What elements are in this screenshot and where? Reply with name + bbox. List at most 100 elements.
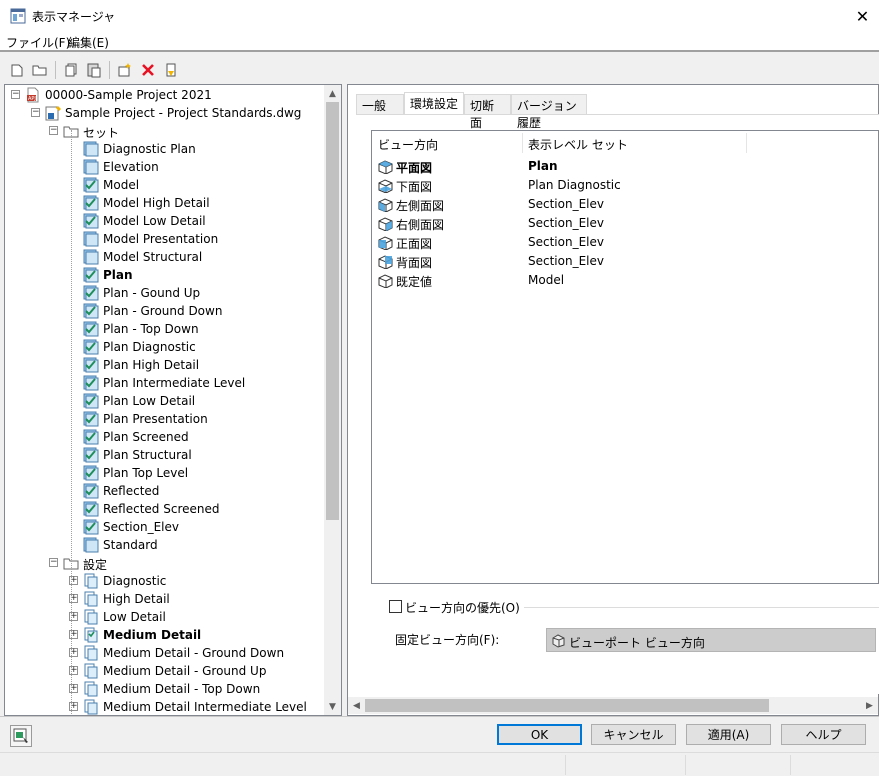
- tree-set-item-label: Model Low Detail: [103, 214, 206, 228]
- tree-set-item[interactable]: Plan Diagnostic: [5, 338, 323, 356]
- collapse-icon[interactable]: −: [49, 558, 58, 567]
- tree-config-item[interactable]: + Diagnostic: [5, 572, 323, 590]
- tree-set-item[interactable]: Plan Screened: [5, 428, 323, 446]
- view-direction-row[interactable]: 背面図 Section_Elev: [372, 252, 872, 271]
- tree-config-item[interactable]: + Medium Detail - Ground Up: [5, 662, 323, 680]
- tab-general[interactable]: 一般: [356, 94, 404, 114]
- column-header-set[interactable]: 表示レベル セット: [522, 131, 746, 155]
- tree-set-item[interactable]: Plan Structural: [5, 446, 323, 464]
- tree-set-item[interactable]: Reflected: [5, 482, 323, 500]
- help-button[interactable]: ヘルプ: [781, 724, 866, 745]
- tree-set-item[interactable]: Plan - Ground Down: [5, 302, 323, 320]
- tree-set-item[interactable]: Model: [5, 176, 323, 194]
- menu-edit[interactable]: 編集(E): [68, 34, 109, 51]
- tree-project[interactable]: − APJ 00000-Sample Project 2021: [5, 86, 323, 104]
- override-view-direction-checkbox[interactable]: [389, 600, 402, 613]
- view-direction-name: 下面図: [396, 180, 433, 194]
- tree-scrollbar[interactable]: ▲ ▼: [324, 85, 341, 715]
- tree-set-item[interactable]: Plan: [5, 266, 323, 284]
- tree-set-item[interactable]: Plan Presentation: [5, 410, 323, 428]
- tree-set-item[interactable]: Model Structural: [5, 248, 323, 266]
- tab-environment[interactable]: 環境設定: [404, 92, 464, 114]
- view-direction-row[interactable]: 左側面図 Section_Elev: [372, 195, 872, 214]
- view-direction-row[interactable]: 下面図 Plan Diagnostic: [372, 176, 872, 195]
- cancel-button[interactable]: キャンセル: [591, 724, 676, 745]
- view-direction-name: 正面図: [396, 237, 433, 251]
- view-direction-row[interactable]: 正面図 Section_Elev: [372, 233, 872, 252]
- tree-config-item-label: Medium Detail: [103, 628, 202, 642]
- view-direction-row[interactable]: 既定値 Model: [372, 271, 872, 290]
- display-set-checked-icon: [83, 339, 99, 355]
- apply-button[interactable]: 適用(A): [686, 724, 771, 745]
- column-header-direction[interactable]: ビュー方向: [372, 131, 522, 155]
- tree-set-item[interactable]: Plan High Detail: [5, 356, 323, 374]
- close-button[interactable]: ✕: [846, 2, 879, 30]
- tree-set-item[interactable]: Section_Elev: [5, 518, 323, 536]
- horizontal-scrollbar[interactable]: ◀ ▶: [348, 697, 878, 714]
- collapse-icon[interactable]: −: [31, 108, 40, 117]
- tree-set-item[interactable]: Standard: [5, 536, 323, 554]
- tree-set-item[interactable]: Plan Low Detail: [5, 392, 323, 410]
- horizontal-scroll-thumb[interactable]: [365, 699, 769, 712]
- tree-set-item[interactable]: Model Low Detail: [5, 212, 323, 230]
- delete-icon[interactable]: [139, 61, 157, 79]
- view-direction-row[interactable]: 右側面図 Section_Elev: [372, 214, 872, 233]
- tree-set-item-label: Diagnostic Plan: [103, 142, 196, 156]
- view-direction-name: 背面図: [396, 256, 433, 270]
- tree-set-item[interactable]: Model High Detail: [5, 194, 323, 212]
- scroll-left-icon[interactable]: ◀: [348, 697, 365, 714]
- tree-set-item[interactable]: Plan Top Level: [5, 464, 323, 482]
- plan-view-icon: [377, 158, 394, 175]
- tree-set-item[interactable]: Plan - Gound Up: [5, 284, 323, 302]
- tree-sets-folder[interactable]: − セット: [5, 122, 323, 140]
- view-direction-row[interactable]: 平面図 Plan: [372, 157, 872, 176]
- collapse-icon[interactable]: −: [11, 90, 20, 99]
- tree-scroll-thumb[interactable]: [326, 102, 339, 520]
- tree-set-item[interactable]: Plan Intermediate Level: [5, 374, 323, 392]
- scroll-up-icon[interactable]: ▲: [324, 85, 341, 102]
- tree-drawing[interactable]: − Sample Project - Project Standards.dwg: [5, 104, 323, 122]
- tree-set-item[interactable]: Elevation: [5, 158, 323, 176]
- display-set-checked-icon: [83, 321, 99, 337]
- tree-config-item[interactable]: + Medium Detail: [5, 626, 323, 644]
- paste-icon[interactable]: [85, 61, 103, 79]
- tree-set-item-label: Plan Top Level: [103, 466, 189, 480]
- right-view-icon: [377, 215, 394, 232]
- scroll-right-icon[interactable]: ▶: [861, 697, 878, 714]
- display-tree[interactable]: − APJ 00000-Sample Project 2021− Sample Pro…: [4, 84, 342, 716]
- tree-configs-folder[interactable]: − 設定: [5, 554, 323, 572]
- new-set-icon[interactable]: [116, 61, 134, 79]
- tab-version-history[interactable]: バージョン履歴: [511, 94, 587, 130]
- tree-config-item[interactable]: + Medium Detail - Ground Down: [5, 644, 323, 662]
- display-settings-icon[interactable]: [10, 725, 32, 747]
- tree-set-item[interactable]: Plan - Top Down: [5, 320, 323, 338]
- new-icon[interactable]: [8, 61, 26, 79]
- tree-config-item[interactable]: + Medium Detail - Top Down: [5, 680, 323, 698]
- override-view-direction-label[interactable]: ビュー方向の優先(O): [405, 599, 524, 616]
- copy-icon[interactable]: [62, 61, 80, 79]
- tree-config-item[interactable]: + High Detail: [5, 590, 323, 608]
- tab-cut-plane[interactable]: 切断面: [464, 94, 511, 130]
- tree-set-item[interactable]: Diagnostic Plan: [5, 140, 323, 158]
- purge-icon[interactable]: [162, 61, 180, 79]
- tree-set-item[interactable]: Reflected Screened: [5, 500, 323, 518]
- fixed-view-direction-select[interactable]: ビューポート ビュー方向: [546, 628, 876, 652]
- view-direction-list[interactable]: ビュー方向 表示レベル セット 平面図 Plan 下面図 Plan Diagnosti…: [371, 130, 879, 584]
- tree-config-item-label: High Detail: [103, 592, 170, 606]
- tree-set-item[interactable]: Model Presentation: [5, 230, 323, 248]
- tree-config-item-label: Medium Detail - Ground Up: [103, 664, 267, 678]
- status-bar: [0, 752, 879, 776]
- menu-bar: ファイル(F) 編集(E): [0, 32, 879, 52]
- tree-config-item[interactable]: + Medium Detail Intermediate Level: [5, 698, 323, 715]
- scroll-down-icon[interactable]: ▼: [324, 698, 341, 715]
- project-icon: APJ: [25, 87, 41, 103]
- collapse-icon[interactable]: −: [49, 126, 58, 135]
- open-icon[interactable]: [31, 61, 49, 79]
- tree-config-item[interactable]: + Low Detail: [5, 608, 323, 626]
- tree-set-item-label: Section_Elev: [103, 520, 179, 534]
- back-view-icon: [377, 253, 394, 270]
- menu-file[interactable]: ファイル(F): [6, 34, 70, 51]
- display-set-checked-icon: [83, 483, 99, 499]
- display-set-checked-icon: [83, 213, 99, 229]
- ok-button[interactable]: OK: [497, 724, 582, 745]
